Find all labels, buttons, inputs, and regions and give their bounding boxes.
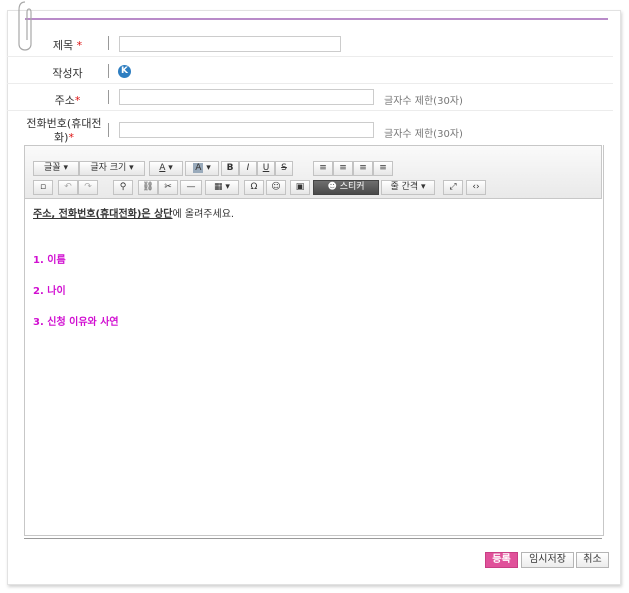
link-icon[interactable]: ⛓ [138, 180, 158, 195]
address-input[interactable] [119, 89, 374, 105]
align-justify-icon[interactable]: ≡ [373, 161, 393, 176]
phone-input[interactable] [119, 122, 374, 138]
redo-icon[interactable]: ↷ [78, 180, 98, 195]
special-char-icon[interactable]: Ω [244, 180, 264, 195]
unlink-icon[interactable]: ✂ [158, 180, 178, 195]
align-right-icon[interactable]: ≡ [353, 161, 373, 176]
content-item-3: 3. 신청 이유와 사연 [33, 317, 119, 328]
bold-button[interactable]: B [221, 161, 239, 176]
undo-icon[interactable]: ↶ [58, 180, 78, 195]
temp-save-button[interactable]: 임시저장 [521, 552, 574, 568]
strikethrough-button[interactable]: S [275, 161, 293, 176]
content-intro: 주소, 전화번호(휴대전화)은 상단에 올려주세요. [33, 209, 235, 220]
title-label: 제목 * [52, 39, 83, 52]
sticker-button[interactable]: ☻ 스티커 [313, 180, 379, 195]
separator [108, 36, 109, 50]
separator [108, 90, 109, 104]
font-size-select[interactable]: 글자 크기 ▾ [79, 161, 145, 176]
author-row [7, 56, 613, 84]
content-item-2: 2. 나이 [33, 286, 66, 297]
line-spacing-select[interactable]: 줄 간격 ▾ [381, 180, 435, 195]
fullscreen-icon[interactable]: ⤢ [443, 180, 463, 195]
phone-label: 전화번호(휴대전 화)* [26, 117, 102, 144]
horizontal-rule-icon[interactable]: — [180, 180, 202, 195]
address-hint: 글자수 제한(30자) [384, 96, 463, 107]
address-label: 주소* [54, 94, 81, 107]
author-avatar-icon: K [118, 65, 131, 78]
font-select[interactable]: 글꼴 ▾ [33, 161, 79, 176]
source-code-icon[interactable]: ‹› [466, 180, 486, 195]
cancel-button[interactable]: 취소 [576, 552, 609, 568]
underline-button[interactable]: U [257, 161, 275, 176]
title-input[interactable] [119, 36, 341, 52]
bg-color-button[interactable]: A ▾ [185, 161, 219, 176]
align-left-icon[interactable]: ≡ [313, 161, 333, 176]
phone-hint: 글자수 제한(30자) [384, 129, 463, 140]
submit-button[interactable]: 등록 [485, 552, 518, 568]
editor-area[interactable] [24, 145, 604, 536]
image-icon[interactable]: ▣ [290, 180, 310, 195]
emoticon-icon[interactable]: ☺ [266, 180, 286, 195]
separator [108, 123, 109, 137]
editor-bottom-line [24, 538, 602, 539]
text-color-button[interactable]: A ▾ [149, 161, 183, 176]
table-icon[interactable]: ▦ ▾ [205, 180, 239, 195]
separator [108, 64, 109, 78]
find-icon[interactable]: ⚲ [113, 180, 133, 195]
content-item-1: 1. 이름 [33, 255, 66, 266]
new-document-icon[interactable]: ▫ [33, 180, 53, 195]
italic-button[interactable]: I [239, 161, 257, 176]
align-center-icon[interactable]: ≡ [333, 161, 353, 176]
top-accent-line [25, 18, 608, 20]
author-label: 작성자 [52, 67, 83, 80]
